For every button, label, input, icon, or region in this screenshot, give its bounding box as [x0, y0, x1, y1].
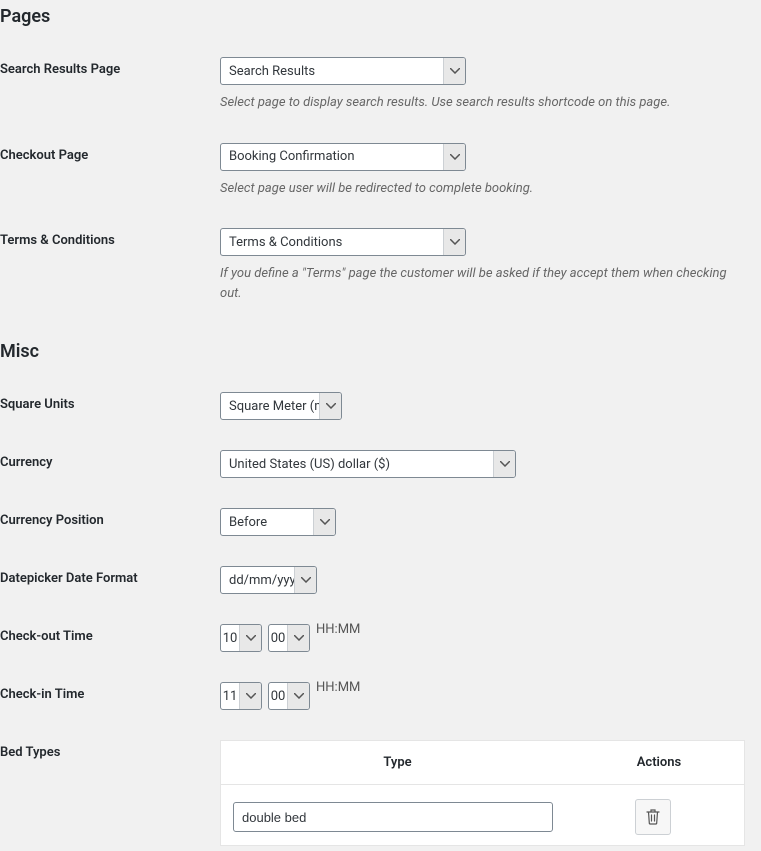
pages-heading: Pages	[0, 0, 761, 47]
checkout-page-row: Checkout Page Booking Confirmation Selec…	[0, 133, 761, 219]
bed-col-type: Type	[221, 755, 574, 770]
checkin-hh-value: 11	[221, 683, 239, 709]
chevron-down-icon	[294, 567, 316, 593]
checkout-time-label: Check-out Time	[0, 624, 220, 644]
chevron-down-icon	[319, 393, 341, 419]
checkout-page-value: Booking Confirmation	[221, 144, 443, 170]
chevron-down-icon	[287, 625, 309, 651]
checkout-time-suffix: HH:MM	[316, 622, 360, 637]
chevron-down-icon	[239, 625, 261, 651]
bed-type-input[interactable]	[233, 802, 553, 832]
bed-row	[221, 785, 744, 845]
search-results-select[interactable]: Search Results	[220, 57, 466, 85]
bed-types-label: Bed Types	[0, 740, 220, 760]
checkout-mm-value: 00	[269, 625, 287, 651]
checkin-hh-select[interactable]: 11	[220, 682, 262, 710]
checkout-page-label: Checkout Page	[0, 143, 220, 163]
search-results-row: Search Results Page Search Results Selec…	[0, 47, 761, 133]
currency-position-value: Before	[221, 509, 313, 535]
checkin-time-label: Check-in Time	[0, 682, 220, 702]
search-results-value: Search Results	[221, 58, 443, 84]
chevron-down-icon	[287, 683, 309, 709]
terms-desc: If you define a "Terms" page the custome…	[220, 264, 740, 303]
checkin-time-row: Check-in Time 11 00 HH:MM	[0, 672, 761, 730]
checkout-page-desc: Select page user will be redirected to c…	[220, 179, 740, 199]
checkout-hh-select[interactable]: 10	[220, 624, 262, 652]
currency-position-label: Currency Position	[0, 508, 220, 528]
terms-value: Terms & Conditions	[221, 229, 443, 255]
currency-value: United States (US) dollar ($)	[221, 451, 493, 477]
search-results-label: Search Results Page	[0, 57, 220, 77]
bed-types-row: Bed Types Type Actions	[0, 730, 761, 846]
terms-label: Terms & Conditions	[0, 228, 220, 248]
square-units-label: Square Units	[0, 392, 220, 412]
currency-row: Currency United States (US) dollar ($)	[0, 440, 761, 498]
currency-select[interactable]: United States (US) dollar ($)	[220, 450, 516, 478]
misc-heading: Misc	[0, 323, 761, 382]
date-format-select[interactable]: dd/mm/yyyy	[220, 566, 317, 594]
chevron-down-icon	[239, 683, 261, 709]
currency-label: Currency	[0, 450, 220, 470]
square-units-row: Square Units Square Meter (m²)	[0, 382, 761, 440]
terms-row: Terms & Conditions Terms & Conditions If…	[0, 218, 761, 323]
bed-types-table: Type Actions	[220, 740, 745, 846]
square-units-select[interactable]: Square Meter (m²)	[220, 392, 342, 420]
checkin-mm-select[interactable]: 00	[268, 682, 310, 710]
date-format-row: Datepicker Date Format dd/mm/yyyy	[0, 556, 761, 614]
chevron-down-icon	[493, 451, 515, 477]
checkout-time-row: Check-out Time 10 00 HH:MM	[0, 614, 761, 672]
terms-select[interactable]: Terms & Conditions	[220, 228, 466, 256]
currency-position-row: Currency Position Before	[0, 498, 761, 556]
checkout-page-select[interactable]: Booking Confirmation	[220, 143, 466, 171]
chevron-down-icon	[313, 509, 335, 535]
chevron-down-icon	[443, 144, 465, 170]
date-format-label: Datepicker Date Format	[0, 566, 220, 586]
checkout-hh-value: 10	[221, 625, 239, 651]
checkin-mm-value: 00	[269, 683, 287, 709]
search-results-desc: Select page to display search results. U…	[220, 93, 740, 113]
currency-position-select[interactable]: Before	[220, 508, 336, 536]
trash-icon	[646, 809, 660, 825]
date-format-value: dd/mm/yyyy	[221, 567, 294, 593]
checkout-mm-select[interactable]: 00	[268, 624, 310, 652]
chevron-down-icon	[443, 58, 465, 84]
chevron-down-icon	[443, 229, 465, 255]
bed-col-actions: Actions	[574, 755, 744, 770]
checkin-time-suffix: HH:MM	[316, 680, 360, 695]
delete-bed-button[interactable]	[635, 799, 671, 835]
square-units-value: Square Meter (m²)	[221, 393, 319, 419]
bed-types-header: Type Actions	[221, 741, 744, 785]
